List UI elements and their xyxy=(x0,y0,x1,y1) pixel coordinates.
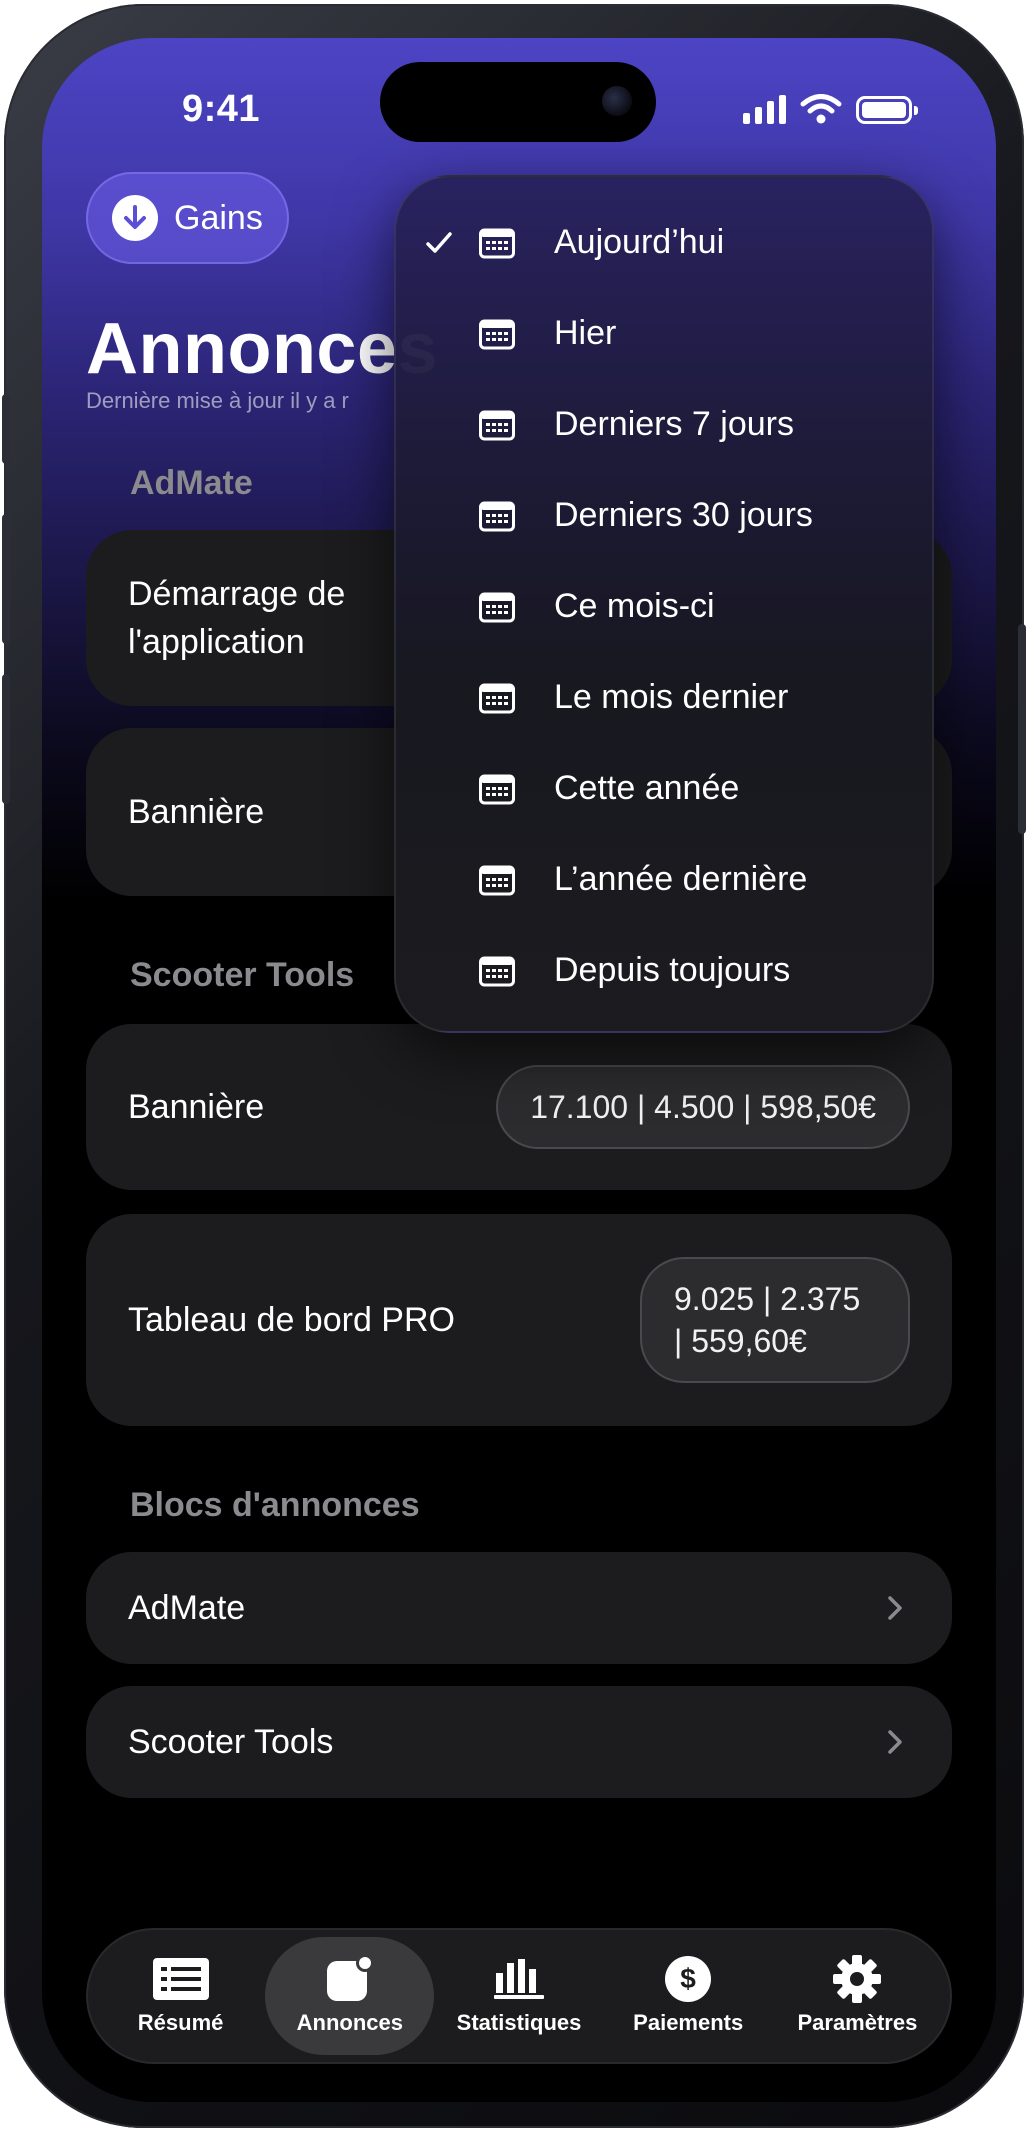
menu-item-label: Hier xyxy=(554,314,617,352)
bar-chart-icon xyxy=(492,1956,546,2002)
dollar-icon: $ xyxy=(664,1956,712,2002)
wifi-icon xyxy=(800,94,842,124)
menu-item[interactable]: Aujourd’hui xyxy=(396,197,932,288)
calendar-icon xyxy=(476,227,518,259)
stats-pill[interactable]: 17.100 | 4.500 | 598,50€ xyxy=(496,1065,910,1149)
tab-annonces[interactable]: Annonces xyxy=(265,1937,435,2055)
gains-button[interactable]: Gains xyxy=(86,172,289,264)
signal-icon xyxy=(743,94,786,124)
calendar-icon xyxy=(476,955,518,987)
tab-label: Paramètres xyxy=(797,2010,918,2035)
row-label: Bannière xyxy=(128,1088,265,1126)
tab-label: Paiements xyxy=(633,2010,744,2035)
calendar-icon xyxy=(476,409,518,441)
section-header-scooter-tools: Scooter Tools xyxy=(130,956,355,994)
menu-item-label: Depuis toujours xyxy=(554,951,791,989)
checkmark-icon xyxy=(418,231,460,255)
list-icon xyxy=(152,1956,210,2002)
calendar-icon xyxy=(476,500,518,532)
menu-item-label: L’année dernière xyxy=(554,860,808,898)
row-label: AdMate xyxy=(128,1589,246,1627)
action-button xyxy=(2,394,10,464)
menu-item-label: Le mois dernier xyxy=(554,678,789,716)
ad-block-admate-row[interactable]: AdMate xyxy=(86,1552,952,1664)
tab-bar: Résumé Annonces Statistiques $ Paiements xyxy=(86,1928,952,2064)
calendar-icon xyxy=(476,591,518,623)
stats-pill[interactable]: 9.025 | 2.375 | 559,60€ xyxy=(640,1257,910,1383)
tab-label: Résumé xyxy=(137,2010,224,2035)
camera-icon xyxy=(602,86,632,116)
dynamic-island xyxy=(380,62,656,142)
menu-item-label: Derniers 30 jours xyxy=(554,496,813,534)
tab-parametres[interactable]: Paramètres xyxy=(773,1937,942,2055)
ad-block-scooter-tools-row[interactable]: Scooter Tools xyxy=(86,1686,952,1798)
calendar-icon xyxy=(476,318,518,350)
menu-item[interactable]: Derniers 7 jours xyxy=(396,379,932,470)
menu-item[interactable]: Derniers 30 jours xyxy=(396,470,932,561)
tab-statistiques[interactable]: Statistiques xyxy=(434,1937,603,2055)
ad-badge-icon xyxy=(325,1955,375,2002)
menu-item[interactable]: Hier xyxy=(396,288,932,379)
menu-item[interactable]: Ce mois-ci xyxy=(396,561,932,652)
menu-item-label: Derniers 7 jours xyxy=(554,405,794,443)
volume-down-button xyxy=(2,674,10,804)
screen: 9:41 Gains Annonces Dernière mise à jour… xyxy=(42,38,996,2102)
chevron-right-icon xyxy=(880,1593,910,1623)
menu-item-label: Cette année xyxy=(554,769,740,807)
calendar-icon xyxy=(476,682,518,714)
menu-item[interactable]: L’année dernière xyxy=(396,834,932,925)
battery-icon xyxy=(856,96,918,124)
calendar-icon xyxy=(476,864,518,896)
tab-resume[interactable]: Résumé xyxy=(96,1937,265,2055)
date-range-menu: Aujourd’hui Hier Derniers 7 jours Derniers … xyxy=(394,175,934,1033)
gains-label: Gains xyxy=(174,198,263,237)
menu-item[interactable]: Cette année xyxy=(396,743,932,834)
menu-item-label: Ce mois-ci xyxy=(554,587,715,625)
tab-paiements[interactable]: $ Paiements xyxy=(604,1937,773,2055)
volume-up-button xyxy=(2,514,10,644)
row-label: Scooter Tools xyxy=(128,1723,334,1761)
scooter-dashboard-pro-row[interactable]: Tableau de bord PRO 9.025 | 2.375 | 559,… xyxy=(86,1214,952,1426)
calendar-icon xyxy=(476,773,518,805)
section-header-admate: AdMate xyxy=(130,464,253,502)
status-icons xyxy=(743,94,918,124)
phone-frame: 9:41 Gains Annonces Dernière mise à jour… xyxy=(2,4,1026,2128)
menu-item-label: Aujourd’hui xyxy=(554,223,725,261)
power-button xyxy=(1018,624,1026,834)
menu-item[interactable]: Depuis toujours xyxy=(396,925,932,1016)
row-label: Tableau de bord PRO xyxy=(128,1301,455,1339)
last-update-text: Dernière mise à jour il y a r xyxy=(86,388,349,413)
svg-text:$: $ xyxy=(680,1963,696,1994)
gear-icon xyxy=(832,1955,882,2003)
page-title: Annonces xyxy=(86,309,439,389)
download-arrow-icon xyxy=(112,195,158,241)
scooter-banner-row[interactable]: Bannière 17.100 | 4.500 | 598,50€ xyxy=(86,1024,952,1190)
tab-label: Annonces xyxy=(296,2010,403,2035)
tab-label: Statistiques xyxy=(456,2010,582,2035)
section-header-ad-blocks: Blocs d'annonces xyxy=(130,1486,420,1524)
chevron-right-icon xyxy=(880,1727,910,1757)
menu-item[interactable]: Le mois dernier xyxy=(396,652,932,743)
status-time: 9:41 xyxy=(182,88,261,130)
